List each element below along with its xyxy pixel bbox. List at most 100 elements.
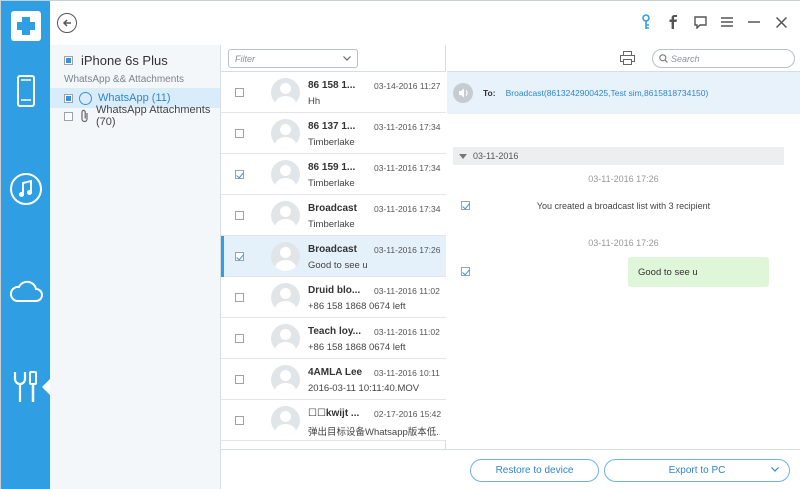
action-footer: Restore to device Export to PC [221, 449, 800, 489]
broadcast-speaker-icon [453, 83, 473, 103]
message-preview: Timberlake [308, 137, 355, 148]
conversation-list: 86 158 1... 03-14-2016 11:27 Hh 86 137 1… [221, 71, 446, 449]
whatsapp-icon [79, 91, 92, 105]
phone-icon[interactable] [1, 71, 50, 111]
list-item[interactable]: 4AMLA Lee 03-11-2016 10:11 2016-03-11 10… [221, 359, 446, 400]
filter-placeholder: Filter [235, 53, 255, 64]
message-bubble: Good to see u [628, 257, 769, 287]
list-item[interactable]: Teach loy... 03-11-2016 11:02 +86 158 18… [221, 318, 446, 359]
message-detail-panel: Search To: Broadcast(8613242900425,Test … [447, 45, 800, 449]
contact-name: 86 158 1... [308, 80, 356, 91]
menu-icon[interactable] [720, 14, 734, 30]
search-input[interactable]: Search [652, 49, 795, 68]
row-checkbox[interactable] [235, 88, 244, 97]
filter-bar: Filter [221, 45, 446, 71]
row-checkbox[interactable] [235, 211, 244, 220]
minimize-icon[interactable] [747, 14, 761, 30]
list-item[interactable]: Broadcast 03-11-2016 17:34 Timberlake [221, 195, 446, 236]
paperclip-icon [79, 109, 90, 123]
sidebar-item-whatsapp-attachments[interactable]: WhatsApp Attachments (70) [50, 104, 220, 128]
to-label: To: [483, 88, 496, 98]
conversation-list-panel: Filter 86 158 1... 03-14-2016 11:27 Hh 8… [221, 45, 446, 449]
message-preview: Good to see u [308, 260, 368, 271]
export-to-pc-button[interactable]: Export to PC [604, 459, 790, 482]
music-icon[interactable] [1, 169, 50, 209]
message-date: 03-11-2016 17:34 [374, 122, 441, 132]
detail-toolbar: Search [447, 45, 800, 71]
contact-name: Broadcast [308, 244, 357, 255]
filter-dropdown[interactable]: Filter [228, 49, 358, 68]
list-item-selected[interactable]: Broadcast 03-11-2016 17:26 Good to see u [221, 236, 446, 277]
message-date: 03-14-2016 11:27 [374, 81, 441, 91]
whatsapp-checkbox[interactable] [64, 93, 73, 103]
contact-name: Broadcast [308, 203, 357, 214]
row-checkbox[interactable] [235, 129, 244, 138]
collapse-triangle-icon [459, 153, 467, 159]
message-date: 03-11-2016 11:02 [374, 286, 440, 296]
message-date: 03-11-2016 10:11 [374, 368, 440, 378]
avatar [271, 78, 300, 107]
message-preview: Hh [308, 96, 321, 107]
row-checkbox[interactable] [235, 170, 244, 179]
message-date: 03-11-2016 17:34 [374, 204, 441, 214]
export-label: Export to PC [668, 465, 726, 476]
back-button[interactable] [57, 13, 77, 33]
message-timestamp: 03-11-2016 17:26 [588, 238, 659, 248]
message-preview: +86 158 1868 0674 left [308, 342, 406, 353]
sidebar-item-label: WhatsApp Attachments (70) [96, 104, 211, 128]
message-date: 02-17-2016 15:42 [374, 409, 442, 419]
search-placeholder: Search [671, 53, 700, 64]
search-icon [659, 54, 668, 63]
contact-name: 86 137 1... [308, 121, 356, 132]
row-checkbox[interactable] [235, 252, 244, 261]
row-checkbox[interactable] [235, 293, 244, 302]
app-window: iPhone 6s Plus WhatsApp && Attachments W… [0, 0, 800, 489]
group-avatar [271, 406, 300, 435]
tools-icon[interactable] [1, 365, 50, 409]
date-group-label: 03-11-2016 [473, 151, 519, 161]
list-item[interactable]: 86 159 1... 03-11-2016 17:34 Timberlake [221, 154, 446, 195]
device-name: iPhone 6s Plus [81, 53, 168, 68]
list-item[interactable]: 86 137 1... 03-11-2016 17:34 Timberlake [221, 113, 446, 154]
cloud-icon[interactable] [1, 271, 50, 311]
contact-name: 86 159 1... [308, 162, 356, 173]
contact-name: Teach loy... [308, 326, 361, 337]
message-date: 03-11-2016 11:02 [374, 327, 440, 337]
contact-name: Druid blo... [308, 285, 361, 296]
key-icon[interactable] [639, 14, 653, 30]
top-bar [50, 1, 800, 45]
date-group-header[interactable]: 03-11-2016 [453, 147, 784, 165]
sidebar-item-label: WhatsApp (11) [98, 92, 171, 104]
back-arrow-icon [62, 19, 71, 27]
contact-name: 4AMLA Lee [308, 367, 363, 378]
device-checkbox[interactable] [64, 56, 73, 65]
avatar [271, 119, 300, 148]
chevron-down-icon [771, 467, 779, 472]
recipient-list: Broadcast(8613242900425,Test sim,8615818… [505, 88, 709, 98]
row-checkbox[interactable] [235, 416, 244, 425]
list-item[interactable]: 86 158 1... 03-14-2016 11:27 Hh [221, 72, 446, 113]
section-label: WhatsApp && Attachments [64, 74, 185, 85]
message-checkbox[interactable] [461, 267, 470, 276]
contact-name: ☐☐kwijt ... [308, 408, 360, 419]
left-rail [1, 1, 50, 489]
feedback-icon[interactable] [693, 14, 707, 30]
attachments-checkbox[interactable] [64, 111, 73, 121]
facebook-icon[interactable] [666, 14, 680, 30]
message-preview: Timberlake [308, 219, 355, 230]
message-preview: Timberlake [308, 178, 355, 189]
row-checkbox[interactable] [235, 375, 244, 384]
row-checkbox[interactable] [235, 334, 244, 343]
device-title[interactable]: iPhone 6s Plus [64, 53, 168, 68]
print-icon[interactable] [620, 51, 635, 68]
message-timestamp: 03-11-2016 17:26 [588, 174, 659, 184]
avatar [271, 283, 300, 312]
close-icon[interactable] [774, 14, 788, 30]
message-date: 03-11-2016 17:34 [374, 163, 441, 173]
list-item[interactable]: Druid blo... 03-11-2016 11:02 +86 158 18… [221, 277, 446, 318]
list-item[interactable]: ☐☐kwijt ... 02-17-2016 15:42 弹出目标设备Whats… [221, 400, 446, 441]
system-message: You created a broadcast list with 3 reci… [536, 201, 711, 211]
avatar [271, 160, 300, 189]
restore-to-device-button[interactable]: Restore to device [470, 459, 599, 482]
message-preview: +86 158 1868 0674 left [308, 301, 406, 312]
